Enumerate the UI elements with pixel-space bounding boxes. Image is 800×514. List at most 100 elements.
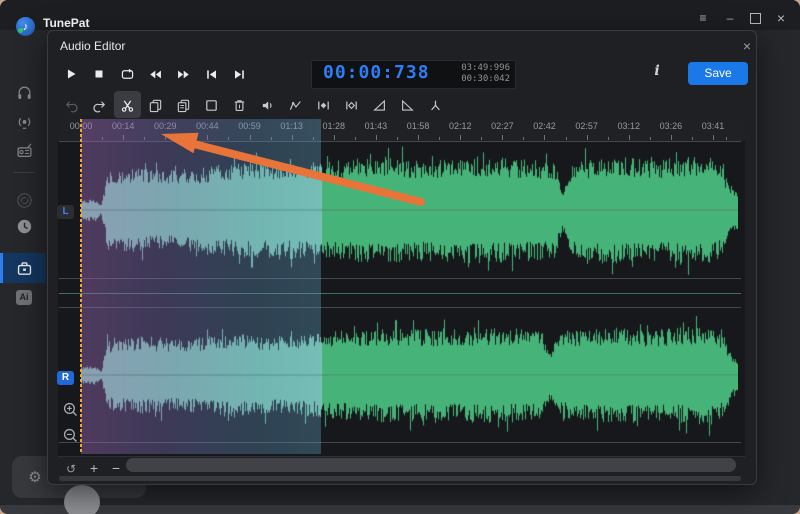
settings-gear-icon[interactable]: ⚙ [26, 469, 44, 487]
skip-end-icon [232, 67, 247, 82]
ruler-tick-major [587, 135, 588, 140]
clock-icon [16, 218, 33, 235]
fade-in-button[interactable] [369, 95, 389, 115]
ruler-tick-minor [608, 137, 609, 140]
split-tool-button[interactable] [425, 95, 445, 115]
ruler-label: 01:43 [365, 121, 388, 131]
play-button[interactable] [61, 64, 81, 84]
play-icon [64, 67, 78, 81]
ruler-label: 03:26 [660, 121, 683, 131]
ruler-tick-minor [650, 137, 651, 140]
maximize-button[interactable] [746, 10, 764, 26]
previous-button[interactable] [201, 64, 221, 84]
redo-button[interactable] [89, 95, 109, 115]
channel-right-badge: R [57, 371, 74, 385]
undo-button[interactable] [61, 95, 81, 115]
music-note-glyph: ♪ [23, 21, 29, 33]
paste-icon [176, 98, 191, 113]
paste-button[interactable] [173, 95, 193, 115]
background-circle [64, 485, 100, 514]
ruler-tick-major [629, 135, 630, 140]
loop-button[interactable] [117, 64, 137, 84]
stop-icon [92, 67, 106, 81]
next-button[interactable] [229, 64, 249, 84]
ruler-label: 02:12 [449, 121, 472, 131]
scrollbar-track-strip[interactable] [59, 476, 741, 481]
ruler-label: 01:58 [407, 121, 430, 131]
zoom-out-icon [62, 427, 79, 444]
fade-out-button[interactable] [397, 95, 417, 115]
ruler-tick-minor [726, 137, 727, 140]
ruler-tick-minor [566, 137, 567, 140]
leaf-accent [18, 28, 23, 33]
speaker-icon [260, 98, 275, 113]
skip-start-icon [204, 67, 219, 82]
background-bottom-band [0, 505, 800, 514]
scissors-icon [120, 98, 135, 113]
volume-button[interactable] [257, 95, 277, 115]
ruler-tick-major [418, 135, 419, 140]
copy-icon [148, 98, 163, 113]
dialog-title: Audio Editor [60, 39, 125, 53]
fast-forward-button[interactable] [173, 64, 193, 84]
ruler-tick-major [460, 135, 461, 140]
dialog-close-button[interactable]: × [738, 37, 756, 55]
save-button[interactable]: Save [688, 62, 748, 85]
split-tool-icon [428, 98, 443, 113]
podcast-icon [16, 114, 33, 131]
zoom-in-button[interactable] [62, 401, 80, 419]
minimize-button[interactable]: – [721, 10, 739, 26]
marker-in-button[interactable] [313, 95, 333, 115]
trash-icon [232, 98, 247, 113]
tunepat-window: ♪ TunePat ≡ – × Ai ⚙ Audio Editor × [0, 0, 800, 514]
sidebar-item-toolbox[interactable] [14, 258, 34, 278]
converter-icon [16, 192, 33, 209]
ruler-tick-major [544, 135, 545, 140]
undo-icon [64, 98, 79, 113]
horizontal-scrollbar[interactable] [126, 458, 736, 472]
ruler-tick-minor [523, 137, 524, 140]
select-region-button[interactable] [201, 95, 221, 115]
app-title: TunePat [43, 16, 89, 30]
toolbox-icon [16, 260, 33, 277]
sidebar-active-bar [0, 253, 3, 283]
rewind-icon [148, 67, 163, 82]
stop-button[interactable] [89, 64, 109, 84]
fade-out-icon [400, 98, 415, 113]
ruler-tick-major [334, 135, 335, 140]
audio-editor-dialog: Audio Editor × 00:00:738 03:49:996 00:30… [47, 30, 757, 485]
selection-overlay[interactable] [81, 119, 321, 454]
zoom-plus-button[interactable]: + [86, 459, 102, 477]
copy-button[interactable] [145, 95, 165, 115]
marker-out-button[interactable] [341, 95, 361, 115]
sidebar-item-history[interactable] [14, 216, 34, 236]
menu-button[interactable]: ≡ [694, 10, 712, 26]
ruler-label: 02:27 [491, 121, 514, 131]
sidebar-item-converter[interactable] [14, 190, 34, 210]
window-close-button[interactable]: × [772, 10, 790, 26]
tunepat-logo-icon: ♪ [16, 17, 35, 36]
envelope-button[interactable] [285, 95, 305, 115]
zoom-out-button[interactable] [62, 427, 80, 445]
sidebar-item-ai[interactable]: Ai [16, 290, 32, 305]
sidebar-item-radio[interactable] [14, 140, 34, 160]
ruler-tick-major [502, 135, 503, 140]
fade-in-icon [372, 98, 387, 113]
zoom-minus-button[interactable]: − [108, 459, 124, 477]
sidebar-item-headphones[interactable] [14, 82, 34, 102]
cut-button[interactable] [117, 95, 137, 115]
ruler-label: 03:41 [702, 121, 725, 131]
ruler-label: 02:42 [533, 121, 556, 131]
ruler-tick-major [713, 135, 714, 140]
playhead-line[interactable] [80, 119, 82, 454]
ruler-tick-minor [355, 137, 356, 140]
delete-button[interactable] [229, 95, 249, 115]
rewind-button[interactable] [145, 64, 165, 84]
ruler-tick-major [671, 135, 672, 140]
reset-zoom-button[interactable]: ↺ [63, 461, 79, 477]
ruler-tick-major [376, 135, 377, 140]
marker-in-icon [316, 98, 331, 113]
info-icon[interactable]: i [648, 63, 666, 83]
sidebar-item-podcast[interactable] [14, 112, 34, 132]
ruler-tick-minor [481, 137, 482, 140]
